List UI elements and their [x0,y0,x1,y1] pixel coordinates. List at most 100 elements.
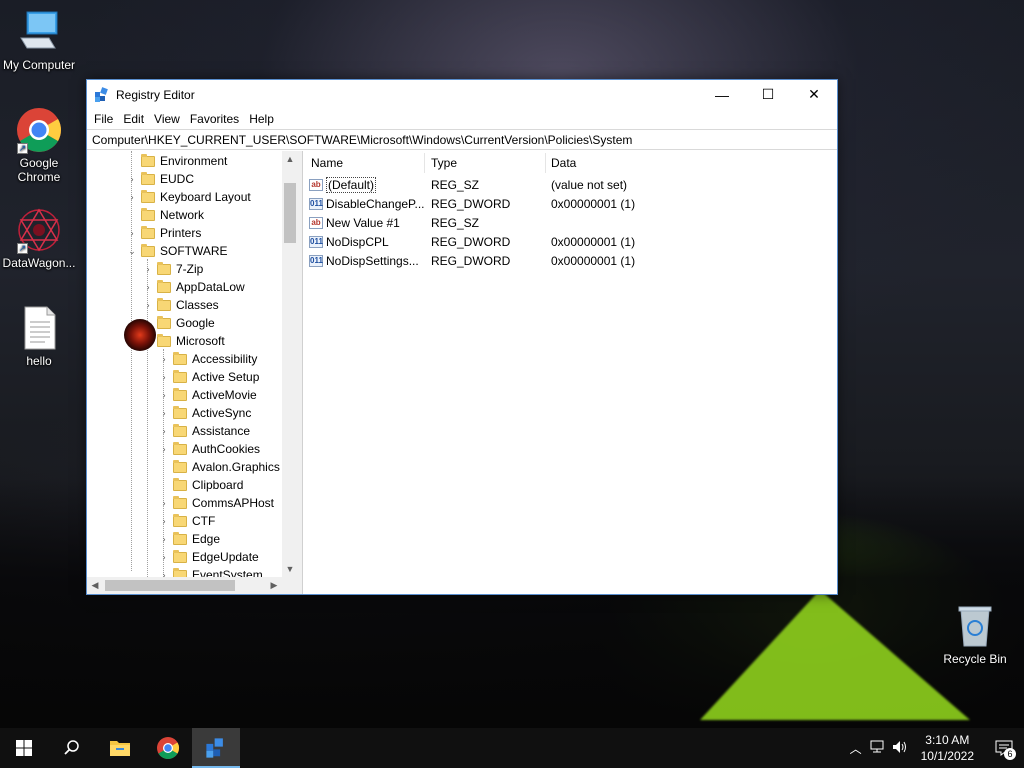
menu-favorites[interactable]: Favorites [185,112,244,126]
tree-horizontal-scrollbar[interactable]: ◀ ▶ [87,577,282,594]
computer-icon [15,8,63,56]
expand-chevron-icon[interactable]: › [159,570,169,577]
text-file-icon [15,304,63,352]
tree-key-label: Keyboard Layout [160,190,251,204]
tree-key-active-setup[interactable]: › Active Setup [159,368,259,386]
scroll-left-icon[interactable]: ◀ [87,577,103,594]
menu-edit[interactable]: Edit [118,112,149,126]
registry-value-row[interactable]: 011 NoDispSettings... [309,251,419,270]
expand-chevron-icon[interactable]: › [159,354,169,364]
registry-value-row[interactable]: ab (Default) [309,175,377,194]
tree-key-avalon-graphics[interactable]: Avalon.Graphics [159,458,280,476]
tree-key-clipboard[interactable]: Clipboard [159,476,243,494]
taskbar-registry-editor[interactable] [192,728,240,768]
menu-file[interactable]: File [89,112,118,126]
search-button[interactable] [48,728,96,768]
recycle-bin-icon [951,602,999,650]
tree-key-printers[interactable]: › Printers [127,224,201,242]
action-center-button[interactable]: 6 [984,728,1024,768]
column-header-data[interactable]: Data [551,156,576,170]
tree-key-edge[interactable]: › Edge [159,530,220,548]
folder-icon [173,351,187,365]
expand-chevron-icon[interactable]: › [159,516,169,526]
menu-help[interactable]: Help [244,112,279,126]
expand-chevron-icon[interactable]: › [159,534,169,544]
expand-chevron-icon[interactable]: › [143,282,153,292]
desktop-icon-recycle-bin[interactable]: Recycle Bin [936,602,1014,666]
tree-vertical-scrollbar[interactable]: ▲ ▼ [282,151,298,577]
expand-chevron-icon[interactable]: › [143,300,153,310]
menu-view[interactable]: View [149,112,185,126]
network-icon[interactable] [867,740,889,757]
expand-chevron-icon[interactable]: › [159,426,169,436]
folder-icon [173,477,187,491]
column-divider[interactable] [545,153,546,173]
close-button[interactable]: ✕ [791,80,837,109]
minimize-button[interactable]: — [699,80,745,109]
tree-key-label: EUDC [160,172,195,186]
tree-key-keyboard-layout[interactable]: › Keyboard Layout [127,188,251,206]
tree-key-software[interactable]: ⌄ SOFTWARE [127,242,228,260]
registry-value-row[interactable]: 011 DisableChangeP... [309,194,425,213]
registry-value-row[interactable]: 011 NoDispCPL [309,232,389,251]
expand-chevron-icon[interactable]: › [159,552,169,562]
registry-value-row[interactable]: ab New Value #1 [309,213,400,232]
desktop-icon-google-chrome[interactable]: ↗ Google Chrome [0,106,78,184]
tree-key-appdatalow[interactable]: › AppDataLow [143,278,245,296]
tree-key-commsaphost[interactable]: › CommsAPHost [159,494,274,512]
desktop-icon-hello[interactable]: hello [0,304,78,368]
tree-key-assistance[interactable]: › Assistance [159,422,250,440]
values-pane[interactable]: Name Type Data ab (Default) REG_SZ (value n… [302,151,837,594]
expand-chevron-icon[interactable]: › [159,372,169,382]
start-button[interactable] [0,728,48,768]
expand-chevron-icon[interactable]: › [127,192,137,202]
expand-chevron-icon[interactable]: › [127,228,137,238]
desktop-icon-datawagon[interactable]: ↗ DataWagon... [0,206,78,270]
key-tree-pane[interactable]: Environment › EUDC › Keyboard Layout Network ›… [87,151,302,594]
tree-key-activesync[interactable]: › ActiveSync [159,404,251,422]
tree-key-authcookies[interactable]: › AuthCookies [159,440,260,458]
tree-key-label: Active Setup [192,370,260,384]
scroll-down-icon[interactable]: ▼ [282,561,298,577]
desktop-icon-my-computer[interactable]: My Computer [0,8,78,72]
clock[interactable]: 3:10 AM 10/1/2022 [911,732,984,764]
folder-icon [157,333,171,347]
expand-chevron-icon[interactable]: › [143,264,153,274]
maximize-button[interactable]: ☐ [745,80,791,109]
expand-chevron-icon[interactable]: › [159,498,169,508]
expand-chevron-icon[interactable]: › [159,390,169,400]
volume-icon[interactable] [889,740,911,757]
tree-key-activemovie[interactable]: › ActiveMovie [159,386,257,404]
column-header-name[interactable]: Name [311,156,343,170]
expand-chevron-icon[interactable]: › [159,444,169,454]
taskbar-file-explorer[interactable] [96,728,144,768]
column-divider[interactable] [424,153,425,173]
title-bar[interactable]: Registry Editor — ☐ ✕ [87,80,837,109]
folder-icon [173,567,187,577]
tree-key-ctf[interactable]: › CTF [159,512,215,530]
expand-chevron-icon[interactable]: › [127,174,137,184]
scroll-up-icon[interactable]: ▲ [282,151,298,167]
scroll-thumb[interactable] [105,580,235,591]
expand-chevron-icon[interactable]: › [159,408,169,418]
value-type: REG_DWORD [431,254,511,268]
registry-editor-window[interactable]: Registry Editor — ☐ ✕ File Edit View Fav… [86,79,838,595]
scroll-right-icon[interactable]: ▶ [266,577,282,594]
tree-key-network[interactable]: Network [127,206,204,224]
tree-key-classes[interactable]: › Classes [143,296,219,314]
taskbar-chrome[interactable] [144,728,192,768]
tree-key-edgeupdate[interactable]: › EdgeUpdate [159,548,259,566]
column-header-type[interactable]: Type [431,156,457,170]
folder-icon [173,387,187,401]
tree-key-eudc[interactable]: › EUDC [127,170,194,188]
collapse-chevron-icon[interactable]: ⌄ [127,246,137,257]
tree-key-eventsystem[interactable]: › EventSystem [159,566,263,577]
tree-key-accessibility[interactable]: › Accessibility [159,350,257,368]
address-bar[interactable]: Computer\HKEY_CURRENT_USER\SOFTWARE\Micr… [87,129,837,150]
tree-key-7-zip[interactable]: › 7-Zip [143,260,203,278]
desktop-icon-label: My Computer [2,58,76,72]
tree-key-label: EventSystem [192,568,263,577]
tree-key-environment[interactable]: Environment [127,152,227,170]
scroll-thumb[interactable] [284,183,296,243]
show-hidden-icons-chevron-icon[interactable]: ︿ [845,740,867,757]
